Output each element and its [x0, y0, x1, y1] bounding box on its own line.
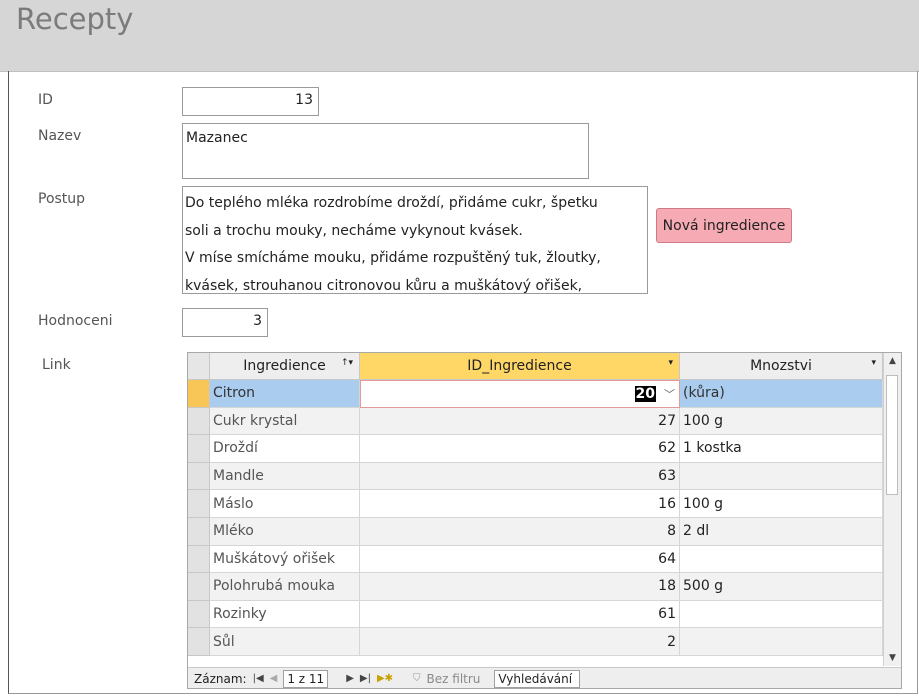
postup-line: soli a trochu mouky, necháme vykynout kv… — [185, 222, 523, 239]
cell-mnozstvi[interactable]: 100 g — [680, 407, 883, 436]
column-header-label: Mnozstvi — [750, 358, 812, 374]
scroll-down-icon[interactable]: ▼ — [884, 650, 901, 666]
hodnoceni-field[interactable]: 3 — [182, 308, 268, 337]
cell-ingredience[interactable]: Droždí — [210, 435, 360, 463]
cell-id-value: 20 — [634, 385, 656, 402]
column-header-mnozstvi[interactable]: Mnozstvi ▾ — [680, 353, 883, 380]
postup-line: kvásek, strouhanou citronovou kůru a muš… — [185, 277, 583, 294]
scroll-up-icon[interactable]: ▲ — [884, 353, 901, 369]
table-row[interactable]: Polohrubá mouka 18 500 g — [188, 573, 883, 601]
record-selector[interactable] — [188, 407, 210, 436]
sort-ascending-icon[interactable]: ↑▾ — [341, 358, 353, 368]
chevron-down-icon[interactable]: ▾ — [668, 358, 673, 368]
search-input[interactable]: Vyhledávání — [494, 669, 581, 688]
cell-mnozstvi[interactable] — [680, 600, 883, 629]
first-record-icon[interactable]: |◀ — [253, 673, 264, 684]
id-field[interactable]: 13 — [182, 87, 319, 116]
table-row[interactable]: Mléko 8 2 dl — [188, 517, 883, 546]
cell-id-ingredience[interactable]: 18 — [360, 573, 680, 601]
select-all-corner[interactable] — [188, 353, 210, 380]
record-selector[interactable] — [188, 545, 210, 574]
next-record-icon[interactable]: ▶ — [346, 673, 354, 684]
table-row[interactable]: Muškátový ořišek 64 — [188, 545, 883, 574]
cell-id-ingredience[interactable]: 62 — [360, 435, 680, 463]
cell-id-ingredience[interactable]: 16 — [360, 490, 680, 518]
cell-mnozstvi[interactable]: 2 dl — [680, 517, 883, 546]
record-selector[interactable] — [188, 462, 210, 491]
cell-ingredience[interactable]: Sůl — [210, 628, 360, 656]
record-position-input[interactable]: 1 z 11 — [283, 669, 329, 688]
cell-id-ingredience[interactable]: 61 — [360, 600, 680, 629]
cell-ingredience[interactable]: Máslo — [210, 490, 360, 518]
chevron-down-icon[interactable]: ▾ — [871, 358, 876, 368]
label-postup: Postup — [38, 191, 86, 207]
cell-mnozstvi[interactable] — [680, 545, 883, 574]
cell-mnozstvi[interactable]: 500 g — [680, 573, 883, 601]
column-header-ingredience[interactable]: Ingredience ↑▾ — [210, 353, 360, 380]
chevron-down-icon[interactable]: ﹀ — [664, 386, 675, 402]
subform-rows: Citron 20 ﹀ (kůra) Cukr krystal 27 100 g… — [188, 380, 883, 656]
table-row[interactable]: Máslo 16 100 g — [188, 490, 883, 518]
cell-mnozstvi[interactable] — [680, 628, 883, 656]
cell-mnozstvi[interactable] — [680, 462, 883, 491]
filter-icon: ⛉ — [413, 673, 421, 684]
table-row[interactable]: Cukr krystal 27 100 g — [188, 407, 883, 436]
label-id: ID — [38, 92, 53, 108]
label-nazev: Nazev — [38, 128, 82, 144]
postup-line: Do teplého mléka rozdrobíme droždí, přid… — [185, 195, 598, 211]
new-record-icon[interactable]: ▶✱ — [377, 673, 393, 684]
cell-ingredience[interactable]: Mléko — [210, 517, 360, 546]
column-header-id-ingredience[interactable]: ID_Ingredience ▾ — [360, 353, 680, 380]
label-hodnoceni: Hodnoceni — [38, 313, 113, 329]
cell-mnozstvi[interactable]: 1 kostka — [680, 435, 883, 463]
cell-id-ingredience-combo[interactable]: 20 ﹀ — [360, 380, 680, 408]
record-selector[interactable] — [188, 517, 210, 546]
cell-id-ingredience[interactable]: 27 — [360, 407, 680, 436]
last-record-icon[interactable]: ▶| — [360, 673, 371, 684]
subform-header: Ingredience ↑▾ ID_Ingredience ▾ Mnozstvi… — [188, 353, 883, 380]
cell-id-ingredience[interactable]: 63 — [360, 462, 680, 491]
previous-record-icon[interactable]: ◀ — [270, 673, 278, 684]
record-selector[interactable] — [188, 435, 210, 463]
record-navigation-bar: Záznam: |◀ ◀ 1 z 11 ▶ ▶| ▶✱ ⛉ Bez filtru… — [188, 667, 901, 688]
ingredients-subform: Ingredience ↑▾ ID_Ingredience ▾ Mnozstvi… — [187, 352, 902, 689]
table-row[interactable]: Mandle 63 — [188, 462, 883, 491]
scroll-thumb[interactable] — [886, 375, 898, 495]
column-header-label: ID_Ingredience — [467, 358, 572, 374]
record-selector[interactable] — [188, 380, 210, 408]
cell-id-ingredience[interactable]: 2 — [360, 628, 680, 656]
cell-mnozstvi[interactable]: 100 g — [680, 490, 883, 518]
cell-ingredience[interactable]: Polohrubá mouka — [210, 573, 360, 601]
label-link: Link — [42, 357, 71, 373]
postup-line: V míse smícháme mouku, přidáme rozpuštěn… — [185, 250, 601, 266]
cell-ingredience[interactable]: Cukr krystal — [210, 407, 360, 436]
record-selector[interactable] — [188, 600, 210, 629]
filter-status[interactable]: Bez filtru — [427, 672, 481, 686]
nazev-field[interactable]: Mazanec — [182, 123, 589, 179]
cell-ingredience[interactable]: Citron — [210, 380, 360, 408]
form-title: Recepty — [16, 2, 134, 36]
cell-id-ingredience[interactable]: 64 — [360, 545, 680, 574]
new-ingredient-button[interactable]: Nová ingredience — [656, 208, 792, 243]
cell-ingredience[interactable]: Muškátový ořišek — [210, 545, 360, 574]
record-selector[interactable] — [188, 573, 210, 601]
cell-ingredience[interactable]: Mandle — [210, 462, 360, 491]
postup-field[interactable]: Do teplého mléka rozdrobíme droždí, přid… — [182, 186, 648, 294]
table-row[interactable]: Sůl 2 — [188, 628, 883, 656]
record-selector[interactable] — [188, 628, 210, 656]
table-row[interactable]: Rozinky 61 — [188, 600, 883, 629]
table-row[interactable]: Citron 20 ﹀ (kůra) — [188, 380, 883, 408]
vertical-scrollbar[interactable]: ▲ ▼ — [883, 353, 901, 666]
cell-ingredience[interactable]: Rozinky — [210, 600, 360, 629]
table-row[interactable]: Droždí 62 1 kostka — [188, 435, 883, 463]
cell-mnozstvi[interactable]: (kůra) — [680, 380, 883, 408]
record-selector[interactable] — [188, 490, 210, 518]
column-header-label: Ingredience — [243, 358, 326, 374]
record-label: Záznam: — [194, 671, 247, 686]
form-header: Recepty — [0, 0, 919, 72]
cell-id-ingredience[interactable]: 8 — [360, 517, 680, 546]
